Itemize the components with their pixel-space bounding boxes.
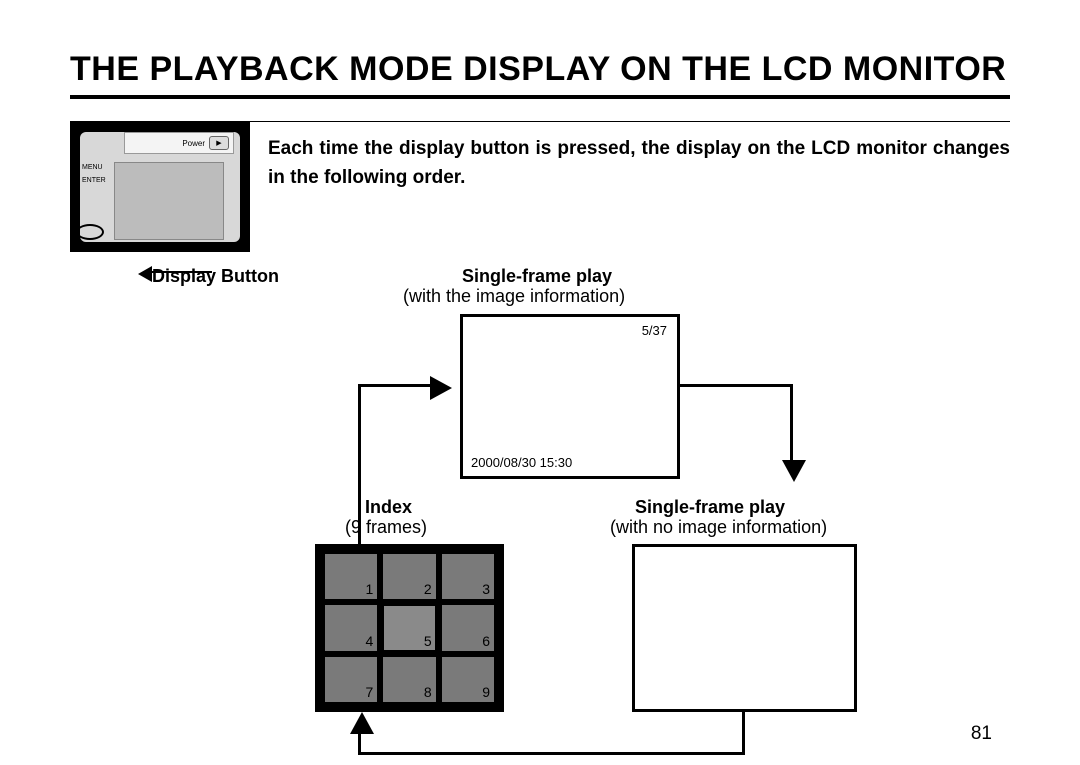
power-dial-icon: ▶	[209, 136, 229, 150]
arrow-down-icon	[790, 384, 793, 462]
single-info-title: Single-frame play	[462, 266, 612, 287]
intro-row: Power ▶ MENU ENTER Each time the display…	[70, 122, 1010, 252]
arrow-up-icon	[358, 734, 361, 754]
arrow-segment	[358, 384, 361, 544]
index-cell-3: 3	[442, 554, 494, 599]
arrow-right-icon	[358, 384, 430, 387]
camera-top-panel: Power ▶	[124, 132, 234, 154]
power-label: Power	[182, 139, 205, 148]
index-grid: 1 2 3 4 5 6 7 8 9	[325, 554, 494, 702]
frame-datetime: 2000/08/30 15:30	[471, 455, 572, 470]
manual-page: THE PLAYBACK MODE DISPLAY ON THE LCD MON…	[0, 0, 1080, 765]
single-info-screen: 5/37 2000/08/30 15:30	[460, 314, 680, 479]
single-noinfo-subtitle: (with no image information)	[610, 517, 827, 538]
index-cell-9: 9	[442, 657, 494, 702]
camera-lcd	[114, 162, 224, 240]
callout-ellipse-icon	[76, 224, 104, 240]
page-title: THE PLAYBACK MODE DISPLAY ON THE LCD MON…	[70, 50, 1010, 99]
index-cell-1: 1	[325, 554, 377, 599]
arrow-left-icon	[150, 271, 212, 273]
diagram-stage: Display Button Single-frame play (with t…	[70, 254, 1010, 759]
side-label-1: MENU	[82, 162, 106, 175]
side-label-2: ENTER	[82, 175, 106, 188]
index-cell-6: 6	[442, 605, 494, 650]
single-noinfo-title: Single-frame play	[635, 497, 785, 518]
single-noinfo-screen	[632, 544, 857, 712]
arrow-segment	[680, 384, 793, 387]
index-cell-8: 8	[383, 657, 435, 702]
index-screen: 1 2 3 4 5 6 7 8 9	[315, 544, 504, 712]
arrow-segment	[358, 752, 745, 755]
index-cell-5: 5	[383, 605, 435, 650]
display-button-label: Display Button	[152, 266, 279, 287]
page-number: 81	[971, 723, 992, 745]
index-title: Index	[365, 497, 412, 518]
arrow-segment	[742, 712, 745, 754]
single-info-subtitle: (with the image information)	[403, 286, 625, 307]
index-cell-2: 2	[383, 554, 435, 599]
index-cell-4: 4	[325, 605, 377, 650]
camera-illustration: Power ▶ MENU ENTER	[70, 122, 250, 252]
frame-counter: 5/37	[642, 323, 667, 338]
camera-side-labels: MENU ENTER	[82, 162, 106, 187]
intro-text: Each time the display button is pressed,…	[268, 134, 1010, 252]
index-cell-7: 7	[325, 657, 377, 702]
